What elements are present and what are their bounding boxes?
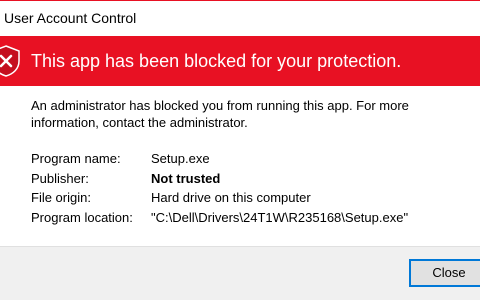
- detail-value: Setup.exe: [151, 151, 210, 166]
- detail-label: File origin:: [31, 190, 91, 205]
- dialog-content: An administrator has blocked you from ru…: [0, 86, 480, 246]
- detail-value: Hard drive on this computer: [151, 190, 311, 205]
- warning-banner: This app has been blocked for your prote…: [0, 36, 480, 86]
- detail-label: Publisher:: [31, 170, 89, 186]
- detail-row-program-name: Program name: Setup.exe: [31, 149, 408, 169]
- window-title: User Account Control: [4, 10, 137, 26]
- shield-x-icon: [0, 45, 20, 77]
- detail-value: Not trusted: [151, 170, 221, 186]
- detail-row-file-origin: File origin: Hard drive on this computer: [31, 188, 408, 208]
- detail-value: "C:\Dell\Drivers\24T1W\R235168\Setup.exe…: [151, 209, 409, 225]
- title-bar[interactable]: User Account Control: [0, 0, 480, 35]
- close-button[interactable]: Close: [409, 259, 480, 287]
- detail-row-program-location: Program location: "C:\Dell\Drivers\24T1W…: [31, 208, 408, 228]
- detail-label: Program name:: [31, 151, 121, 166]
- detail-row-publisher: Publisher: Not trusted: [31, 169, 408, 189]
- dialog-footer: Close: [0, 246, 480, 300]
- banner-headline: This app has been blocked for your prote…: [31, 51, 402, 71]
- blocked-message: An administrator has blocked you from ru…: [31, 98, 409, 130]
- program-details: Program name: Setup.exe Publisher: Not t…: [31, 149, 408, 227]
- detail-label: Program location:: [31, 209, 133, 225]
